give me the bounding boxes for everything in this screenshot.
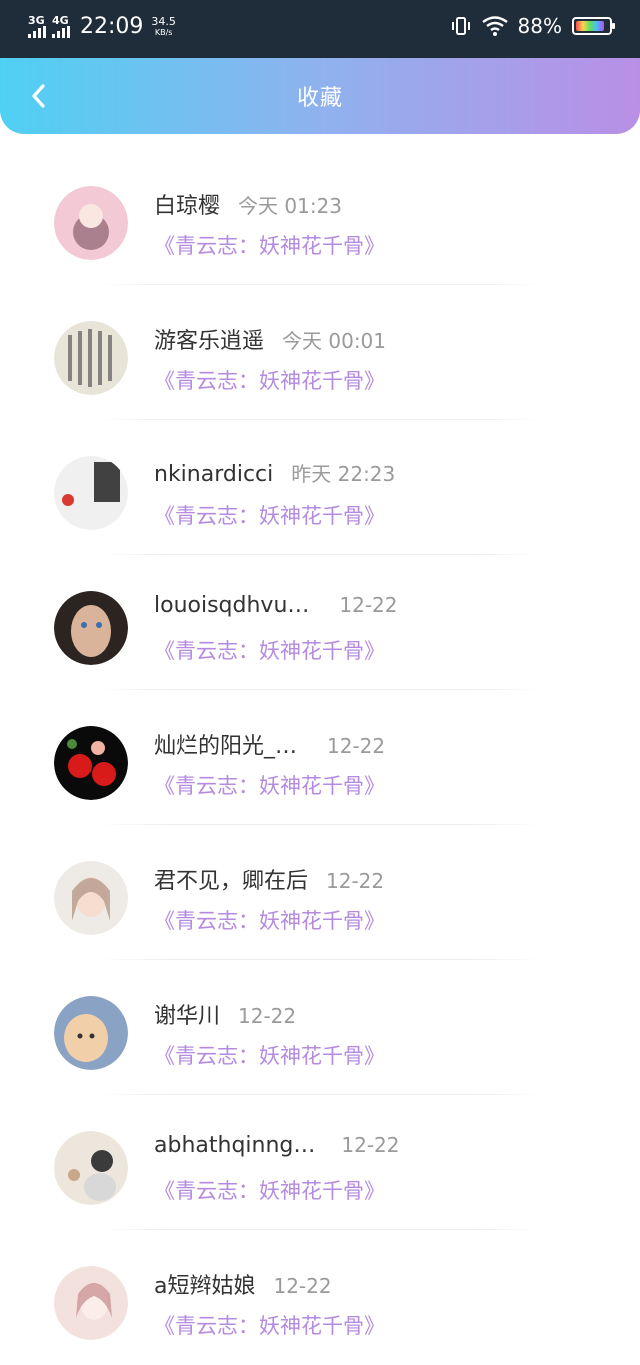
avatar[interactable] <box>54 861 128 935</box>
user-name[interactable]: a短辫姑娘 <box>154 1268 255 1300</box>
favorites-list: 白琼樱 今天 01:23 《青云志：妖神花千骨》 游客乐逍遥 今天 00:01 《青… <box>0 150 640 1365</box>
list-item[interactable]: 君不见，卿在后 12-22 《青云志：妖神花千骨》 <box>0 825 640 960</box>
signal-3g: 3G <box>28 15 46 38</box>
book-title-link[interactable]: 《青云志：妖神花千骨》 <box>154 1310 385 1340</box>
timestamp: 12-22 <box>273 1274 332 1298</box>
book-title-link[interactable]: 《青云志：妖神花千骨》 <box>154 1175 385 1205</box>
battery-percentage: 88% <box>517 14 562 38</box>
speed-value: 34.5 <box>151 14 176 28</box>
avatar[interactable] <box>54 321 128 395</box>
avatar[interactable] <box>54 591 128 665</box>
user-name[interactable]: abhathqinng… <box>154 1133 315 1158</box>
status-bar: 3G 4G 22:09 34.5 KB/s 88% <box>0 0 640 58</box>
speed-unit: KB/s <box>154 27 173 37</box>
user-name[interactable]: nkinardicci <box>154 462 273 487</box>
timestamp: 12-22 <box>326 869 385 893</box>
book-title-link[interactable]: 《青云志：妖神花千骨》 <box>154 635 385 665</box>
timestamp: 12-22 <box>238 1004 297 1028</box>
timestamp: 今天 01:23 <box>238 194 343 218</box>
user-name[interactable]: louoisqdhvu… <box>154 593 309 618</box>
timestamp: 12-22 <box>327 734 386 758</box>
signal-bars-icon <box>28 26 46 38</box>
list-item[interactable]: 灿烂的阳光_… 12-22 《青云志：妖神花千骨》 <box>0 690 640 825</box>
network-speed: 34.5 KB/s <box>151 16 176 38</box>
user-name[interactable]: 游客乐逍遥 <box>154 323 264 355</box>
user-name[interactable]: 灿烂的阳光_… <box>154 728 297 760</box>
user-name[interactable]: 白琼樱 <box>154 188 220 220</box>
page-title: 收藏 <box>296 86 343 111</box>
avatar[interactable] <box>54 1131 128 1205</box>
book-title-link[interactable]: 《青云志：妖神花千骨》 <box>154 1040 385 1070</box>
list-item[interactable]: abhathqinng… 12-22 《青云志：妖神花千骨》 <box>0 1095 640 1230</box>
list-item[interactable]: 游客乐逍遥 今天 00:01 《青云志：妖神花千骨》 <box>0 285 640 420</box>
battery-fill <box>576 21 605 31</box>
list-item[interactable]: 谢华川 12-22 《青云志：妖神花千骨》 <box>0 960 640 1095</box>
vibrate-icon <box>451 17 470 35</box>
avatar[interactable] <box>54 1266 128 1340</box>
list-item[interactable]: a短辫姑娘 12-22 《青云志：妖神花千骨》 <box>0 1230 640 1365</box>
book-title-link[interactable]: 《青云志：妖神花千骨》 <box>154 500 385 530</box>
clock: 22:09 <box>80 14 144 39</box>
book-title-link[interactable]: 《青云志：妖神花千骨》 <box>154 770 385 800</box>
avatar[interactable] <box>54 726 128 800</box>
timestamp: 12-22 <box>341 1133 400 1157</box>
network-type-label: 4G <box>52 14 69 27</box>
avatar[interactable] <box>54 996 128 1070</box>
signal-bars-icon <box>52 26 70 38</box>
user-name[interactable]: 谢华川 <box>154 998 220 1030</box>
list-item[interactable]: 白琼樱 今天 01:23 《青云志：妖神花千骨》 <box>0 150 640 285</box>
list-item[interactable]: louoisqdhvu… 12-22 《青云志：妖神花千骨》 <box>0 555 640 690</box>
book-title-link[interactable]: 《青云志：妖神花千骨》 <box>154 230 385 260</box>
network-type-label: 3G <box>28 14 45 27</box>
user-name[interactable]: 君不见，卿在后 <box>154 863 308 895</box>
list-item[interactable]: nkinardicci 昨天 22:23 《青云志：妖神花千骨》 <box>0 420 640 555</box>
battery-icon <box>572 17 615 35</box>
avatar[interactable] <box>54 456 128 530</box>
wifi-icon <box>481 16 508 36</box>
signal-4g: 4G <box>52 15 70 38</box>
timestamp: 12-22 <box>339 593 398 617</box>
timestamp: 昨天 22:23 <box>291 462 396 486</box>
timestamp: 今天 00:01 <box>282 329 387 353</box>
header-bar: 收藏 <box>0 58 640 134</box>
book-title-link[interactable]: 《青云志：妖神花千骨》 <box>154 365 385 395</box>
avatar[interactable] <box>54 186 128 260</box>
book-title-link[interactable]: 《青云志：妖神花千骨》 <box>154 905 385 935</box>
